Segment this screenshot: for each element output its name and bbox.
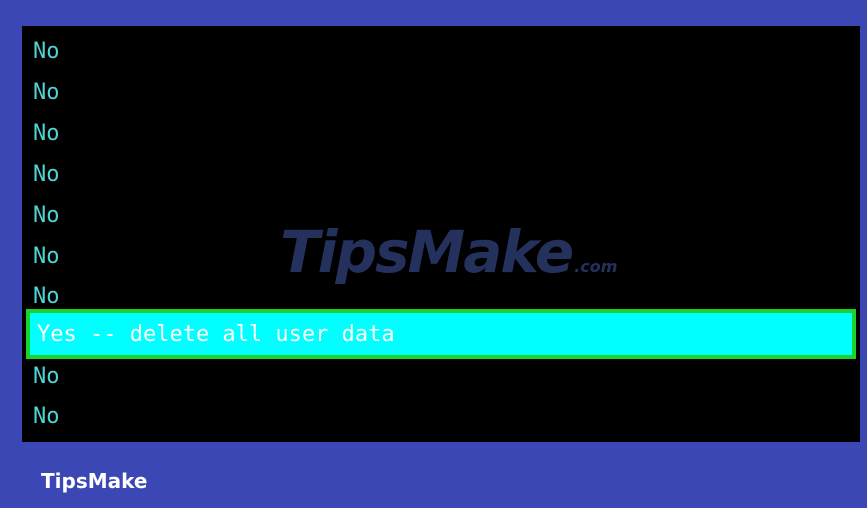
menu-item-yes-delete-user-data[interactable]: Yes -- delete all user data <box>26 309 856 359</box>
menu-item-no[interactable]: No <box>22 32 860 72</box>
menu-item-no[interactable]: No <box>22 73 860 113</box>
menu-item-no[interactable]: No <box>22 357 860 397</box>
recovery-menu: No No No No No No No Yes -- delete all u… <box>22 26 860 442</box>
menu-item-no[interactable]: No <box>22 155 860 195</box>
menu-item-no[interactable]: No <box>22 114 860 154</box>
caption-brand: TipsMake <box>41 469 148 493</box>
menu-item-no[interactable]: No <box>22 397 860 437</box>
menu-item-no[interactable]: No <box>22 196 860 236</box>
recovery-screen: No No No No No No No Yes -- delete all u… <box>22 26 860 442</box>
menu-item-no[interactable]: No <box>22 237 860 277</box>
